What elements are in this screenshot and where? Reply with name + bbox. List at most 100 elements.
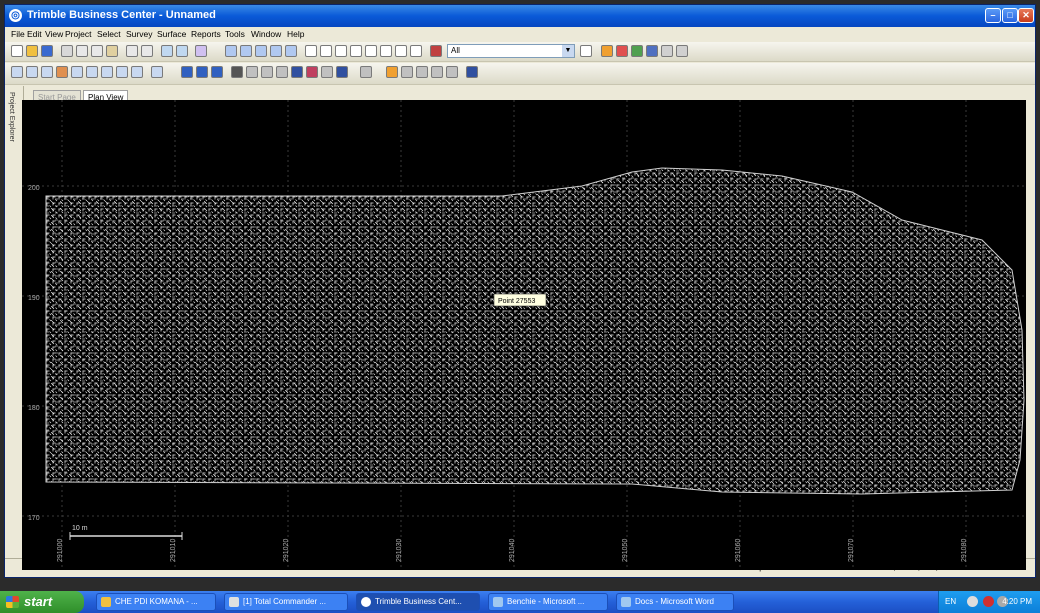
view-icon[interactable] — [350, 45, 362, 57]
new-file-icon[interactable] — [11, 45, 23, 57]
active-tool-icon[interactable] — [386, 66, 398, 78]
plan-view-canvas[interactable]: 200 190 180 170 291000 291010 291020 291… — [22, 100, 1026, 570]
adjust-icon[interactable] — [101, 66, 113, 78]
taskbar-item-label: [1] Total Commander ... — [243, 597, 326, 606]
coordinate-icon[interactable] — [225, 45, 237, 57]
highlight-icon[interactable] — [601, 45, 613, 57]
traverse-icon[interactable] — [26, 66, 38, 78]
menu-project[interactable]: Project — [65, 29, 91, 39]
x-label: 291000 — [57, 539, 64, 562]
3d-view-icon[interactable] — [321, 66, 333, 78]
crosshair-icon[interactable] — [41, 66, 53, 78]
antivirus-tray-icon[interactable] — [983, 596, 994, 607]
zoom-in-icon[interactable] — [161, 45, 173, 57]
menu-reports[interactable]: Reports — [191, 29, 221, 39]
section-icon[interactable] — [306, 66, 318, 78]
snap-icon[interactable] — [320, 45, 332, 57]
cut-icon[interactable] — [76, 45, 88, 57]
polyline-icon[interactable] — [270, 45, 282, 57]
chart-icon[interactable] — [151, 66, 163, 78]
cad-icon[interactable] — [231, 66, 243, 78]
paste-icon[interactable] — [106, 45, 118, 57]
menu-surface[interactable]: Surface — [157, 29, 186, 39]
filter-icon[interactable] — [380, 45, 392, 57]
x-label: 291060 — [735, 539, 742, 562]
grid-icon[interactable] — [305, 45, 317, 57]
taskbar-item[interactable]: Docs - Microsoft Word — [616, 593, 734, 611]
title-bar[interactable]: ◎ Trimble Business Center - Unnamed – □ … — [5, 5, 1035, 27]
taskbar-item-label: Benchie - Microsoft ... — [507, 597, 585, 606]
menu-help[interactable]: Help — [287, 29, 304, 39]
maximize-button[interactable]: □ — [1002, 8, 1018, 23]
x-label: 291020 — [283, 539, 290, 562]
y-label: 170 — [28, 515, 40, 522]
start-button[interactable]: start — [0, 591, 84, 613]
select-icon[interactable] — [365, 45, 377, 57]
pan-icon[interactable] — [395, 45, 407, 57]
camera-icon[interactable] — [446, 66, 458, 78]
color-icon[interactable] — [616, 45, 628, 57]
contour-icon[interactable] — [261, 66, 273, 78]
chevron-down-icon[interactable]: ▼ — [562, 45, 574, 57]
taskbar-item-active[interactable]: Trimble Business Cent... — [356, 593, 480, 611]
layer-select[interactable]: All ▼ — [447, 44, 575, 58]
pointcloud-icon[interactable] — [431, 66, 443, 78]
minimize-button[interactable]: – — [985, 8, 1001, 23]
properties-icon[interactable] — [580, 45, 592, 57]
network-icon[interactable] — [86, 66, 98, 78]
gps-icon[interactable] — [360, 66, 372, 78]
refresh-icon[interactable] — [410, 45, 422, 57]
export-icon[interactable] — [336, 66, 348, 78]
tin-icon[interactable] — [246, 66, 258, 78]
menu-survey[interactable]: Survey — [126, 29, 152, 39]
zoom-out-icon[interactable] — [176, 45, 188, 57]
print-icon[interactable] — [61, 45, 73, 57]
app-icon[interactable]: ◎ — [9, 9, 22, 22]
cogo-icon[interactable] — [181, 66, 193, 78]
y-axis-labels: 200 190 180 170 — [28, 185, 40, 522]
project-explorer-tab[interactable]: Project Explorer — [8, 92, 15, 142]
alignment-icon[interactable] — [211, 66, 223, 78]
image-icon[interactable] — [416, 66, 428, 78]
taskbar-item[interactable]: Benchie - Microsoft ... — [488, 593, 608, 611]
copy-icon[interactable] — [91, 45, 103, 57]
layer-manager-icon[interactable] — [430, 45, 442, 57]
redo-icon[interactable] — [141, 45, 153, 57]
rotate-icon[interactable] — [71, 66, 83, 78]
x-label: 291040 — [509, 539, 516, 562]
arc-icon[interactable] — [255, 45, 267, 57]
taskbar-item[interactable]: [1] Total Commander ... — [224, 593, 348, 611]
measure-icon[interactable] — [195, 45, 207, 57]
clock[interactable]: 4:20 PM — [1002, 597, 1032, 606]
menu-select[interactable]: Select — [97, 29, 121, 39]
undo-icon[interactable] — [126, 45, 138, 57]
point-icon[interactable] — [285, 45, 297, 57]
menu-file[interactable]: File — [11, 29, 25, 39]
close-button[interactable]: ✕ — [1018, 8, 1034, 23]
settings-icon[interactable] — [661, 45, 673, 57]
menu-view[interactable]: View — [45, 29, 63, 39]
plan-view-svg[interactable]: 200 190 180 170 291000 291010 291020 291… — [22, 100, 1026, 570]
volume-icon[interactable] — [276, 66, 288, 78]
baseline-icon[interactable] — [56, 66, 68, 78]
open-folder-icon[interactable] — [26, 45, 38, 57]
survey-tool-icon[interactable] — [11, 66, 23, 78]
sync-icon[interactable] — [466, 66, 478, 78]
menu-edit[interactable]: Edit — [27, 29, 42, 39]
profile-icon[interactable] — [291, 66, 303, 78]
save-icon[interactable] — [41, 45, 53, 57]
layer-icon[interactable] — [335, 45, 347, 57]
taskbar-item[interactable]: CHE PDI KOMANA - ... — [96, 593, 216, 611]
help-icon[interactable] — [676, 45, 688, 57]
table-icon[interactable] — [116, 66, 128, 78]
corridor-icon[interactable] — [196, 66, 208, 78]
link-icon[interactable] — [401, 66, 413, 78]
line-icon[interactable] — [240, 45, 252, 57]
network-tray-icon[interactable] — [967, 596, 978, 607]
report-icon[interactable] — [131, 66, 143, 78]
render-icon[interactable] — [646, 45, 658, 57]
menu-tools[interactable]: Tools — [225, 29, 245, 39]
language-indicator[interactable]: EN — [945, 597, 956, 606]
surface-icon[interactable] — [631, 45, 643, 57]
menu-window[interactable]: Window — [251, 29, 281, 39]
